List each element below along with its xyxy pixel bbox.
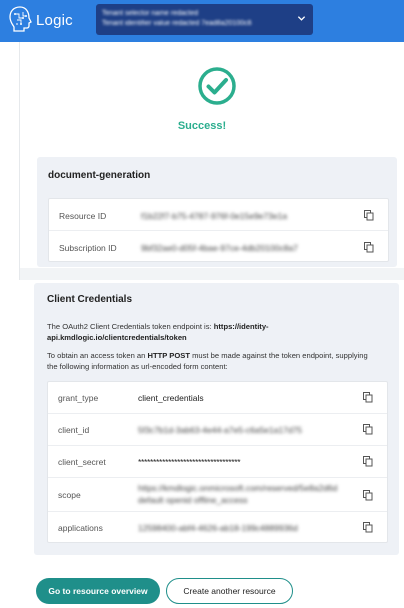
endpoint-prefix: The OAuth2 Client Credentials token endp… — [47, 322, 214, 331]
post-instructions: To obtain an access token an HTTP POST m… — [47, 351, 387, 372]
subscription-id-label: Subscription ID — [59, 243, 117, 253]
subscription-id-value: 9bf32ae0-d05f-4bae-97ce-4db20100c8a7 — [141, 243, 298, 253]
applications-row: applications 12598400-abf4-4626-ab18-199… — [48, 512, 387, 544]
logo[interactable]: Logic — [8, 6, 73, 32]
create-another-resource-button[interactable]: Create another resource — [166, 578, 293, 604]
resource-details: Resource ID f1b22f7-b75-4787-976f-0e15e9… — [48, 198, 389, 262]
logo-text: Logic — [36, 11, 73, 29]
credentials-details: grant_type client_credentials client_id … — [47, 381, 388, 543]
post-line2: the following information as url-encoded… — [47, 361, 228, 371]
logo-icon — [9, 6, 32, 32]
client-secret-row: client_secret **************************… — [48, 446, 387, 478]
scope-label: scope — [58, 490, 81, 500]
client-id-row: client_id 5f3c7b1d-3ab63-4e44-a7e5-c6a5e… — [48, 414, 387, 446]
tenant-id: Tenant identifier value redacted 7ead8a2… — [102, 20, 252, 27]
copy-icon[interactable] — [363, 424, 373, 435]
tenant-name: Tenant selector name redacted — [102, 10, 199, 17]
check-circle-icon — [198, 67, 236, 105]
go-to-resource-overview-button[interactable]: Go to resource overview — [36, 578, 160, 604]
endpoint-text: The OAuth2 Client Credentials token endp… — [47, 322, 387, 343]
subscription-id-row: Subscription ID 9bf32ae0-d05f-4bae-97ce-… — [49, 231, 388, 263]
copy-icon[interactable] — [363, 490, 373, 501]
grant-type-value: client_credentials — [138, 393, 204, 403]
post-method: HTTP POST — [147, 351, 190, 360]
endpoint-url: https://identity- — [213, 322, 269, 331]
copy-icon[interactable] — [363, 522, 373, 533]
grant-type-row: grant_type client_credentials — [48, 382, 387, 414]
copy-icon[interactable] — [363, 456, 373, 467]
resource-id-value: f1b22f7-b75-4787-976f-0e15e9e73e1a — [141, 211, 288, 221]
chevron-down-icon — [297, 16, 306, 21]
client-id-value: 5f3c7b1d-3ab63-4e44-a7e5-c6a5e1a17d75 — [138, 425, 303, 435]
client-id-label: client_id — [58, 425, 90, 435]
endpoint-url-cont: api.kmdlogic.io/clientcredentials/token — [47, 332, 187, 342]
applications-label: applications — [58, 523, 103, 533]
resource-id-row: Resource ID f1b22f7-b75-4787-976f-0e15e9… — [49, 199, 388, 231]
copy-icon[interactable] — [364, 242, 374, 253]
scope-row: scope https://kmdlogic.onmicrosoft.com/r… — [48, 478, 387, 512]
post-prefix: To obtain an access token an — [47, 351, 148, 360]
credentials-title: Client Credentials — [47, 294, 133, 305]
post-suffix: must be made against the token endpoint,… — [189, 351, 368, 360]
grant-type-label: grant_type — [58, 393, 99, 403]
client-secret-value: ********************************** — [138, 457, 241, 467]
top-bar: Logic Tenant selector name redacted Tena… — [0, 0, 404, 42]
copy-icon[interactable] — [364, 210, 374, 221]
resource-title: document-generation — [48, 170, 151, 181]
client-secret-label: client_secret — [58, 457, 106, 467]
applications-value: 12598400-abf4-4626-ab18-199c4889936d — [138, 523, 298, 533]
scope-value-cont: default openid offline_access — [138, 495, 248, 505]
success-message: Success! — [177, 120, 227, 132]
copy-icon[interactable] — [363, 392, 373, 403]
tenant-select[interactable]: Tenant selector name redacted Tenant ide… — [96, 4, 313, 35]
scope-value: https://kmdlogic.onmicrosoft.com/reserve… — [138, 483, 338, 493]
resource-id-label: Resource ID — [59, 211, 107, 221]
